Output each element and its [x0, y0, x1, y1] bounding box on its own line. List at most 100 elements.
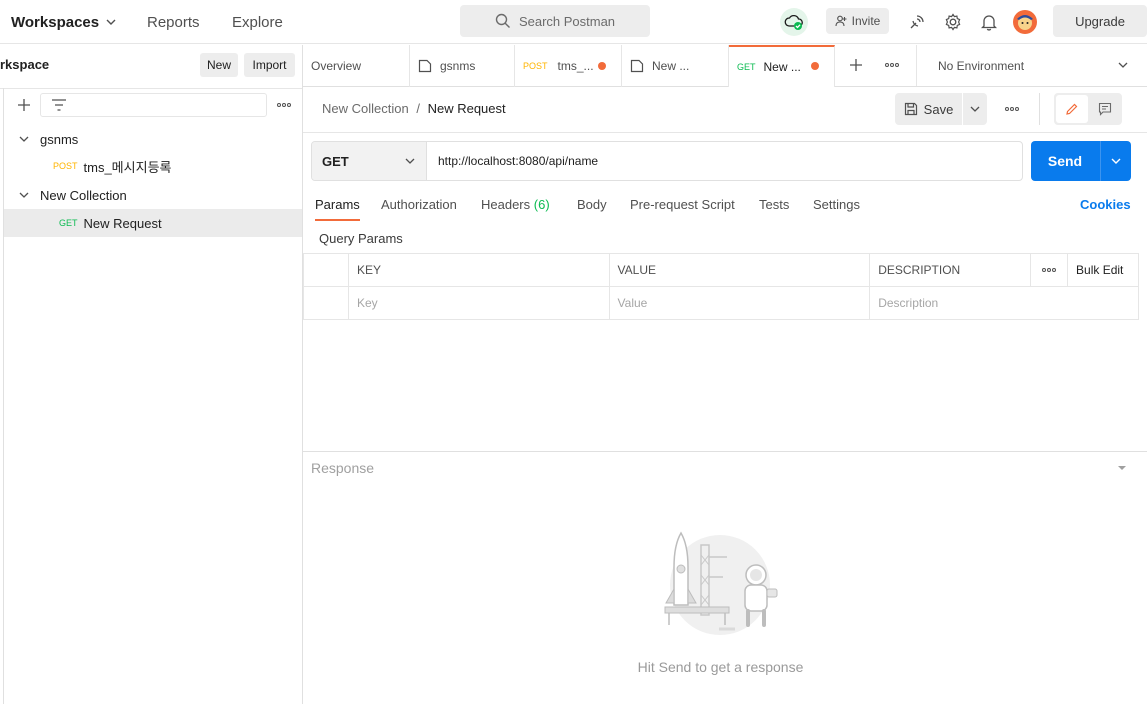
- settings-button[interactable]: [939, 8, 967, 36]
- collection-icon: [418, 59, 432, 73]
- columns-more-button[interactable]: [1030, 253, 1069, 287]
- request-item[interactable]: POST tms_메시지등록: [4, 152, 302, 180]
- send-options-button[interactable]: [1101, 141, 1131, 181]
- chevron-down-icon: [106, 19, 116, 25]
- description-input[interactable]: Description: [869, 286, 1139, 320]
- table-row: Key Value Description: [303, 286, 1139, 320]
- bulk-edit-button[interactable]: Bulk Edit: [1067, 253, 1139, 287]
- tab-gsnms[interactable]: gsnms: [410, 45, 515, 87]
- response-title: Response: [311, 460, 375, 476]
- query-params-title: Query Params: [319, 231, 403, 246]
- tab-authorization[interactable]: Authorization: [381, 197, 457, 221]
- chevron-down-icon: [405, 158, 415, 164]
- more-horizontal-icon: [1005, 107, 1019, 111]
- column-header-value: VALUE: [608, 253, 871, 287]
- tab-tests[interactable]: Tests: [759, 197, 789, 221]
- upgrade-label: Upgrade: [1075, 13, 1125, 29]
- value-input[interactable]: Value: [608, 286, 871, 320]
- tab-settings[interactable]: Settings: [813, 197, 860, 221]
- save-options-button[interactable]: [963, 93, 987, 125]
- environment-selector[interactable]: No Environment: [916, 45, 1147, 86]
- plus-icon: [18, 99, 30, 111]
- workspaces-menu[interactable]: Workspaces: [11, 0, 117, 44]
- tab-label: gsnms: [440, 59, 476, 73]
- reports-label: Reports: [147, 13, 200, 31]
- new-tab-button[interactable]: [848, 57, 864, 73]
- bell-icon: [981, 15, 997, 31]
- more-horizontal-icon: [277, 103, 291, 107]
- sidebar: rkspace New Import gsnms POST tms_메시지등록: [0, 45, 303, 704]
- notifications-button[interactable]: [975, 8, 1003, 36]
- method-badge: GET: [59, 218, 78, 228]
- explore-label: Explore: [232, 13, 283, 31]
- breadcrumb: New Collection / New Request: [322, 101, 506, 116]
- chevron-down-icon: [19, 136, 29, 142]
- filter-icon: [52, 99, 66, 111]
- search-placeholder: Search Postman: [518, 13, 616, 29]
- workspace-title: rkspace: [0, 57, 50, 72]
- upgrade-button[interactable]: Upgrade: [1053, 5, 1147, 37]
- add-user-icon: [835, 15, 847, 27]
- key-input[interactable]: Key: [347, 286, 610, 320]
- invite-button[interactable]: Invite: [826, 8, 889, 34]
- more-horizontal-icon: [1042, 268, 1057, 272]
- reports-link[interactable]: Reports: [147, 0, 200, 44]
- plus-icon: [850, 59, 862, 71]
- tabs-more-button[interactable]: [884, 57, 900, 73]
- add-collection-button[interactable]: [16, 97, 32, 113]
- chevron-down-icon: [1118, 62, 1128, 68]
- tab-label: New ...: [652, 59, 690, 73]
- divider: [0, 88, 302, 89]
- url-bar: GET http://localhost:8080/api/name: [311, 141, 1023, 181]
- collection-new-collection[interactable]: New Collection: [4, 181, 302, 209]
- method-badge: GET: [737, 62, 756, 72]
- response-collapse-button[interactable]: [1117, 463, 1127, 473]
- tab-params[interactable]: Params: [315, 197, 360, 221]
- response-divider[interactable]: [303, 451, 1147, 452]
- table-cell: [303, 286, 349, 320]
- sidebar-more-button[interactable]: [276, 97, 292, 113]
- satellite-button[interactable]: [903, 8, 931, 36]
- column-header-description: DESCRIPTION: [869, 253, 1032, 287]
- chevron-down-icon: [19, 192, 29, 198]
- tab-overview[interactable]: Overview: [303, 45, 410, 87]
- user-avatar[interactable]: [1011, 8, 1039, 36]
- breadcrumb-collection[interactable]: New Collection: [322, 101, 409, 116]
- sync-status-button[interactable]: [780, 8, 808, 36]
- tab-new-collection[interactable]: New ...: [622, 45, 729, 87]
- send-button-group: Send: [1031, 141, 1131, 181]
- tab-body[interactable]: Body: [577, 197, 607, 221]
- tab-tms-request[interactable]: POST tms_...: [515, 45, 622, 87]
- method-value: GET: [322, 153, 349, 169]
- tab-prerequest-script[interactable]: Pre-request Script: [630, 197, 735, 221]
- collection-icon: [630, 59, 644, 73]
- breadcrumb-request[interactable]: New Request: [428, 101, 506, 116]
- url-input[interactable]: http://localhost:8080/api/name: [438, 154, 598, 168]
- request-name: tms_메시지등록: [83, 159, 172, 175]
- empty-response-text: Hit Send to get a response: [637, 659, 804, 675]
- filter-input[interactable]: [40, 93, 267, 117]
- caret-down-icon: [1118, 466, 1126, 470]
- tab-new-request-active[interactable]: GET New ...: [729, 45, 835, 87]
- collection-gsnms[interactable]: gsnms: [4, 125, 302, 153]
- search-bar[interactable]: Search Postman: [460, 5, 650, 37]
- request-more-button[interactable]: [1004, 101, 1020, 117]
- explore-link[interactable]: Explore: [232, 0, 283, 44]
- request-item-selected[interactable]: GET New Request: [4, 209, 302, 237]
- chevron-down-icon: [970, 106, 980, 112]
- new-button[interactable]: New: [200, 53, 238, 77]
- edit-mode-button[interactable]: [1056, 95, 1088, 123]
- save-label: Save: [923, 101, 954, 117]
- headers-count: (6): [533, 197, 550, 212]
- tab-headers[interactable]: Headers (6): [481, 197, 550, 221]
- request-name: New Request: [83, 215, 162, 231]
- import-button[interactable]: Import: [244, 53, 295, 77]
- save-button[interactable]: Save: [895, 93, 962, 125]
- cookies-link[interactable]: Cookies: [1080, 197, 1131, 221]
- tab-bar: Overview gsnms POST tms_... New ... GET …: [303, 45, 1147, 87]
- comments-button[interactable]: [1090, 95, 1120, 123]
- send-button[interactable]: Send: [1031, 141, 1099, 181]
- method-badge: POST: [53, 161, 78, 171]
- avatar-icon: [1013, 10, 1037, 34]
- method-select[interactable]: GET: [312, 142, 427, 180]
